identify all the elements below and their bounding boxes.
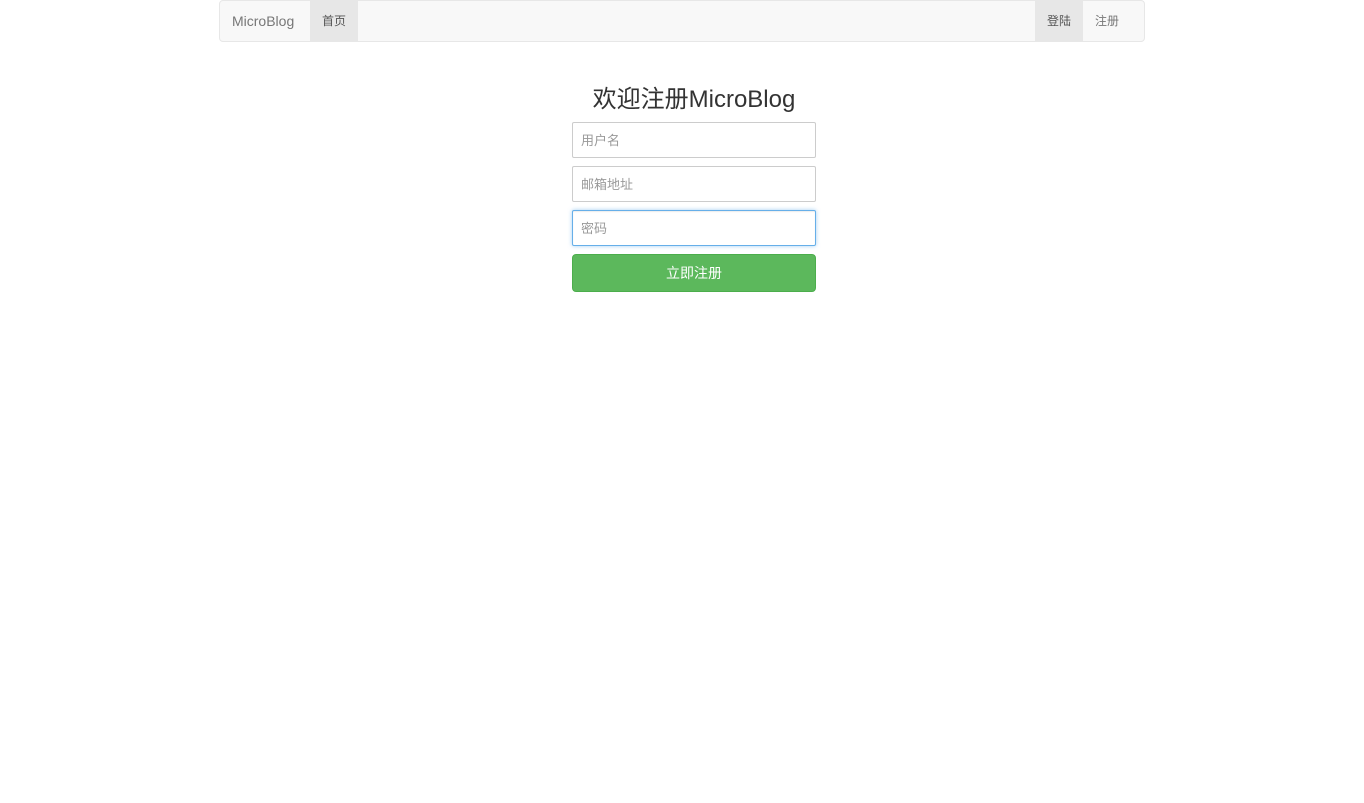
nav-right: 登陆 注册 [1034, 1, 1144, 41]
username-field[interactable] [572, 122, 816, 158]
email-field[interactable] [572, 166, 816, 202]
nav-item-register[interactable]: 注册 [1083, 1, 1144, 41]
nav-left: 首页 [310, 1, 359, 41]
brand-link[interactable]: MicroBlog [220, 1, 306, 41]
register-button[interactable]: 立即注册 [572, 254, 816, 292]
register-form: 欢迎注册MicroBlog 立即注册 [572, 84, 816, 292]
nav-item-home[interactable]: 首页 [310, 1, 359, 41]
top-navbar: MicroBlog 首页 登陆 注册 [219, 0, 1145, 42]
nav-item-login[interactable]: 登陆 [1034, 1, 1083, 41]
password-field[interactable] [572, 210, 816, 246]
page-title: 欢迎注册MicroBlog [592, 86, 796, 113]
